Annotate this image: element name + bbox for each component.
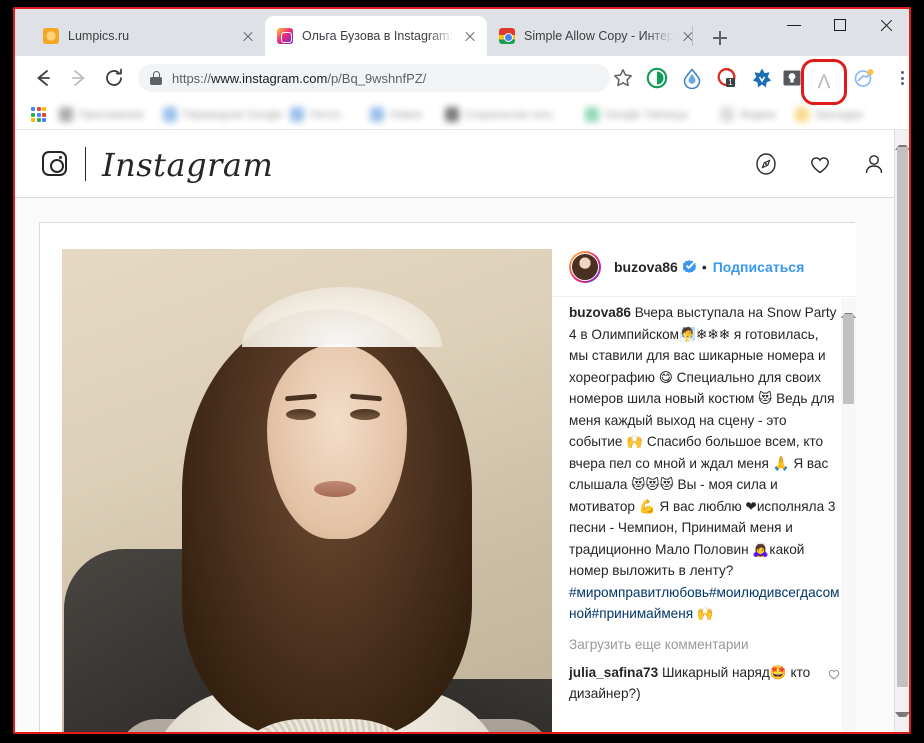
scroll-up-arrow[interactable]	[841, 298, 856, 318]
address-bar[interactable]: https://www.instagram.com/p/Bq_9wshnfPZ/	[138, 64, 610, 92]
bookmark-label: Социальная сеть	[465, 108, 553, 121]
apps-grid-icon[interactable]	[31, 107, 46, 122]
tab-title: Ольга Бузова в Instagram: «В	[302, 29, 455, 43]
scroll-down-arrow[interactable]	[895, 712, 909, 732]
ext-adblock-badge: 1	[728, 78, 733, 87]
url-path: /p/Bq_9wshnfPZ/	[327, 70, 427, 86]
logo-divider	[85, 147, 86, 181]
verified-badge-icon	[682, 260, 696, 273]
bookmark-label: Приложения	[79, 108, 144, 121]
comment-item: julia_safina73 Шикарный наряд🤩 кто дизай…	[569, 662, 841, 704]
scrollbar-thumb[interactable]	[843, 314, 854, 404]
tab-close-icon[interactable]	[459, 25, 481, 47]
caption-and-comments: buzova86 Вчера выступала на Snow Party 4…	[553, 298, 856, 732]
ext-colorpicker-icon[interactable]	[853, 67, 875, 89]
post-sidebar: buzova86 • Подписаться buzova86 Вчера вы…	[553, 223, 856, 732]
url-host: www.instagram.com	[211, 70, 328, 86]
tab-close-icon[interactable]	[677, 25, 699, 47]
caption-scrollbar[interactable]	[841, 298, 856, 732]
browser-tab-lumpics[interactable]: Lumpics.ru	[31, 16, 265, 56]
post-author-username[interactable]: buzova86	[614, 259, 678, 275]
three-dot-menu-icon[interactable]	[890, 66, 909, 90]
forward-button[interactable]	[65, 64, 93, 92]
tab-title: Simple Allow Copy - Интерне	[524, 29, 673, 43]
post-header: buzova86 • Подписаться	[553, 237, 856, 297]
page-scrollbar[interactable]	[894, 130, 909, 732]
new-tab-button[interactable]	[706, 24, 734, 52]
bookmark-label: Google Таблицы	[605, 108, 689, 121]
page-viewport: Instagram Поиск	[15, 130, 909, 732]
bookmark-item[interactable]: Приложения	[59, 105, 143, 124]
post-caption: buzova86 Вчера выступала на Snow Party 4…	[569, 302, 841, 625]
url-text: https://www.instagram.com/p/Bq_9wshnfPZ/	[172, 71, 426, 86]
bookmark-label: Переводчик Google	[183, 108, 283, 121]
bookmark-item[interactable]: Новое	[370, 105, 422, 124]
bookmark-label: Новое	[390, 108, 423, 121]
follow-button[interactable]: Подписаться	[713, 259, 805, 275]
ext-lightbulb-icon[interactable]	[781, 67, 803, 89]
close-button[interactable]	[863, 9, 909, 41]
back-button[interactable]	[29, 64, 57, 92]
instagram-navbar: Instagram Поиск	[15, 130, 894, 309]
star-icon[interactable]	[611, 66, 635, 90]
ext-waterdrop-icon[interactable]	[681, 67, 703, 90]
comment-author[interactable]: julia_safina73	[569, 665, 658, 680]
lumpics-icon	[43, 28, 59, 44]
bookmarks-bar: Приложения Переводчик Google Почта Новое…	[15, 99, 909, 130]
instagram-camera-icon[interactable]	[42, 151, 67, 176]
ext-dashlane-icon[interactable]	[646, 67, 668, 89]
bookmark-item[interactable]: Социальная сеть	[445, 105, 553, 124]
scroll-up-arrow[interactable]	[895, 130, 909, 150]
bookmark-item[interactable]: Закладки	[795, 105, 863, 124]
bookmark-label: Почта	[310, 108, 341, 121]
profile-icon[interactable]	[862, 152, 886, 176]
bookmark-label: Закладки	[815, 108, 863, 121]
highlight-box-simple-allow-copy[interactable]: Λ	[801, 59, 847, 105]
caption-author[interactable]: buzova86	[569, 305, 631, 320]
instagram-icon	[277, 28, 293, 44]
browser-tab-instagram[interactable]: Ольга Бузова в Instagram: «В	[265, 16, 487, 56]
minimize-button[interactable]	[771, 9, 817, 41]
load-more-comments-button[interactable]: Загрузить еще комментарии	[569, 637, 841, 652]
instagram-wordmark[interactable]: Instagram	[102, 146, 273, 184]
heart-icon[interactable]	[808, 152, 832, 176]
chrome-store-icon	[499, 28, 515, 44]
scrollbar-thumb[interactable]	[897, 147, 908, 687]
instagram-post: V buzova86 • Подписаться buzova86 Вчера …	[39, 222, 856, 732]
ext-adblock-icon[interactable]: 1	[716, 67, 738, 89]
browser-tab-simple-allow-copy[interactable]: Simple Allow Copy - Интерне	[487, 16, 705, 56]
maximize-button[interactable]	[817, 9, 863, 41]
bookmark-label: Яндекс	[740, 108, 777, 121]
avatar[interactable]	[569, 250, 601, 283]
url-scheme: https://	[172, 70, 212, 86]
comment-like-icon[interactable]	[827, 666, 841, 687]
reload-button[interactable]	[100, 64, 128, 92]
browser-window: Lumpics.ru Ольга Бузова в Instagram: «В …	[13, 7, 911, 734]
browser-toolbar: https://www.instagram.com/p/Bq_9wshnfPZ/…	[15, 56, 909, 99]
bookmark-item[interactable]: Почта	[290, 105, 341, 124]
tab-title: Lumpics.ru	[68, 29, 130, 43]
lock-icon	[150, 71, 162, 85]
simple-allow-copy-glyph: Λ	[817, 71, 831, 93]
tab-strip: Lumpics.ru Ольга Бузова в Instagram: «В …	[15, 9, 909, 56]
bookmark-item[interactable]: Google Таблицы	[585, 105, 688, 124]
bookmark-item[interactable]: Переводчик Google	[163, 105, 283, 124]
screenshot-root: Lumpics.ru Ольга Бузова в Instagram: «В …	[0, 0, 924, 743]
separator-dot: •	[701, 258, 707, 275]
tab-close-icon[interactable]	[237, 25, 259, 47]
post-photo[interactable]: V	[62, 249, 552, 732]
bookmark-item[interactable]: Яндекс	[720, 105, 777, 124]
ext-firevpn-icon[interactable]	[751, 67, 773, 89]
caption-hashtags[interactable]: #миромправитлюбовь#моилюдивсегдасомной#п…	[569, 585, 840, 622]
tab-divider	[692, 26, 693, 46]
compass-icon[interactable]	[754, 152, 778, 176]
caption-body: Вчера выступала на Snow Party 4 в Олимпи…	[569, 305, 837, 578]
